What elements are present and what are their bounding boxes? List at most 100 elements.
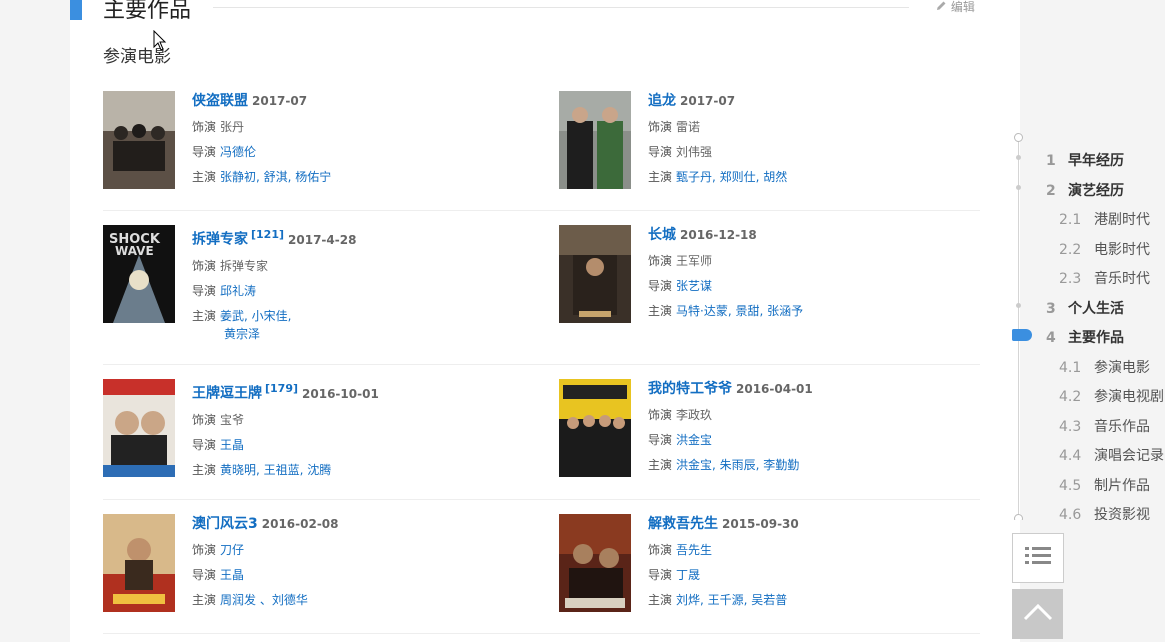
toc-item-label: 参演电影 [1094, 359, 1150, 376]
film-title-link[interactable]: 追龙 [648, 93, 676, 109]
cast-links[interactable]: 洪金宝, 朱雨辰, 李勤勤 [676, 458, 799, 472]
toc-item[interactable]: 4.1 参演电影 [1059, 357, 1150, 377]
section-accent-bar [70, 0, 82, 20]
role-label: 饰演 [648, 120, 673, 134]
toc-item[interactable]: 2.3 音乐时代 [1059, 268, 1150, 288]
toc-item-label: 演艺经历 [1068, 182, 1124, 199]
film-title-link[interactable]: 长城 [648, 227, 676, 243]
role-link[interactable]: 吾先生 [676, 543, 712, 557]
film-poster[interactable] [103, 379, 175, 477]
cast-links[interactable]: 张静初, 舒淇, 杨佑宁 [220, 170, 331, 184]
toc-item-number: 4 [1046, 330, 1056, 346]
toc-item[interactable]: 4 主要作品 [1046, 327, 1124, 347]
row-divider [103, 633, 980, 634]
toc-item-label: 参演电视剧 [1094, 389, 1164, 405]
cast-label: 主演 [192, 308, 217, 323]
cast-label: 主演 [648, 304, 673, 318]
film-card: 追龙 2017-07 饰演 雷诺 导演 刘伟强 主演 甄子丹, 郑则仕, 胡然 [559, 91, 979, 211]
film-poster[interactable] [559, 225, 631, 323]
cast-label: 主演 [192, 593, 217, 607]
director-label: 导演 [192, 568, 217, 582]
film-date: 2015-09-30 [722, 517, 799, 531]
toc-item-number: 1 [1046, 153, 1056, 169]
toc-item-number: 2.3 [1059, 271, 1082, 287]
director-link[interactable]: 王晶 [220, 438, 244, 452]
mouse-cursor-icon [153, 29, 167, 56]
director-link[interactable]: 王晶 [220, 568, 244, 582]
toc-item[interactable]: 3 个人生活 [1046, 298, 1124, 318]
film-poster[interactable] [559, 514, 631, 612]
section-title: 主要作品 [103, 0, 192, 23]
director-label: 导演 [648, 433, 673, 447]
cast-label: 主演 [192, 462, 217, 477]
toc-item[interactable]: 4.3 音乐作品 [1059, 416, 1150, 436]
director-link[interactable]: 冯德伦 [220, 145, 256, 159]
role-label: 饰演 [192, 543, 217, 557]
toc-bottom-marker [1014, 514, 1023, 520]
film-card: SHOCK WAVE 拆弹专家 [121] 2017-4-28 饰演 拆弹专家 导演 邱礼… [103, 225, 523, 345]
cast-links[interactable]: 姜武, 小宋佳, [220, 309, 291, 323]
cast-links[interactable]: 周润发 、刘德华 [220, 593, 308, 607]
film-card: 解救吾先生 2015-09-30 饰演 吾先生 导演 丁晟 主演 刘烨, 王千源, 吴若… [559, 514, 979, 634]
toc-item-number: 3 [1046, 300, 1056, 317]
toc-item[interactable]: 4.2 参演电视剧 [1059, 386, 1164, 406]
toc-dot [1016, 184, 1021, 190]
toc-nav: 1 早年经历 2 演艺经历 2.1 港剧时代 2.2 电影时代 2.3 音乐时代 3 个人生活 4 主要作… [1010, 130, 1165, 520]
toc-item[interactable]: 4.6 投资影视 [1059, 504, 1150, 520]
film-title-link[interactable]: 澳门风云3 [192, 516, 258, 532]
toc-item[interactable]: 4.4 演唱会记录 [1059, 445, 1164, 465]
cast-label: 主演 [648, 170, 673, 184]
role-label: 饰演 [192, 258, 217, 273]
cast-links[interactable]: 甄子丹, 郑则仕, 胡然 [676, 170, 787, 184]
toc-item-label: 音乐时代 [1094, 271, 1150, 287]
director-link[interactable]: 张艺谋 [676, 279, 712, 293]
film-card: 澳门风云3 2016-02-08 饰演 刀仔 导演 王晶 主演 周润发 、刘德华 [103, 514, 523, 634]
film-title-link[interactable]: 解救吾先生 [648, 516, 718, 532]
toc-item[interactable]: 4.5 制片作品 [1059, 475, 1150, 495]
director-link[interactable]: 洪金宝 [676, 433, 712, 447]
toc-top-marker [1014, 133, 1023, 142]
toc-item-label: 港剧时代 [1094, 212, 1150, 228]
toc-item-number: 4.6 [1059, 507, 1082, 520]
toc-item[interactable]: 2.1 港剧时代 [1059, 209, 1150, 229]
film-poster[interactable]: SHOCK WAVE [103, 225, 175, 323]
film-card: 侠盗联盟 2017-07 饰演 张丹 导演 冯德伦 主演 张静初, 舒淇, 杨佑宁 [103, 91, 523, 211]
director-link[interactable]: 邱礼涛 [220, 284, 256, 298]
director-link[interactable]: 丁晟 [676, 568, 700, 582]
toc-item-number: 4.5 [1059, 477, 1082, 494]
edit-button[interactable]: 编辑 [936, 0, 975, 15]
cast-links[interactable]: 黄晓明, 王祖蓝, 沈腾 [220, 463, 331, 477]
back-to-top-button[interactable] [1012, 589, 1063, 639]
film-poster[interactable] [103, 514, 175, 612]
film-poster[interactable] [559, 91, 631, 189]
cast-links[interactable]: 马特·达蒙, 景甜, 张涵予 [676, 304, 803, 318]
film-date: 2016-02-08 [261, 517, 339, 531]
director-label: 导演 [192, 145, 217, 159]
role-link[interactable]: 刀仔 [220, 543, 244, 557]
toc-item-number: 4.2 [1059, 389, 1082, 405]
film-title-link[interactable]: 王牌逗王牌 [192, 386, 262, 402]
cast-links-continued[interactable]: 黄宗泽 [224, 325, 356, 343]
pencil-icon [936, 0, 951, 14]
toc-item[interactable]: 1 早年经历 [1046, 150, 1124, 170]
toc-item-label: 主要作品 [1068, 330, 1124, 346]
director-label: 导演 [192, 283, 217, 298]
toc-toggle-button[interactable] [1012, 533, 1064, 583]
toc-item[interactable]: 2 演艺经历 [1046, 180, 1124, 200]
reference-link[interactable]: [121] [251, 228, 284, 241]
role-label: 饰演 [648, 543, 673, 557]
cast-links[interactable]: 刘烨, 王千源, 吴若普 [676, 593, 787, 607]
film-title-link[interactable]: 我的特工爷爷 [648, 381, 732, 397]
toc-dot [1016, 155, 1021, 160]
toc-item[interactable]: 2.2 电影时代 [1059, 239, 1150, 259]
toc-item-label: 制片作品 [1094, 477, 1150, 494]
film-poster[interactable] [559, 379, 631, 477]
reference-link[interactable]: [179] [265, 382, 298, 395]
film-title-link[interactable]: 拆弹专家 [192, 232, 248, 248]
film-poster[interactable] [103, 91, 175, 189]
director-value: 刘伟强 [676, 145, 713, 159]
role-label: 饰演 [192, 120, 217, 134]
chevron-up-icon [1023, 602, 1053, 626]
film-date: 2017-07 [680, 94, 736, 108]
film-title-link[interactable]: 侠盗联盟 [192, 93, 248, 109]
